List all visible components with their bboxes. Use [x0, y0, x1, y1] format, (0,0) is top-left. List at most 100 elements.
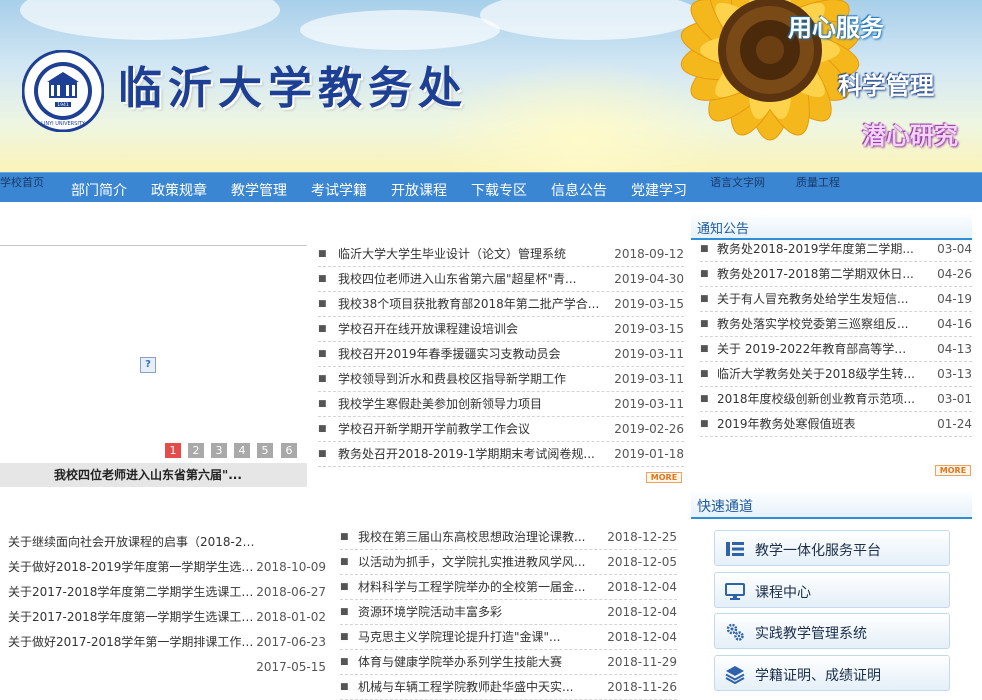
bullet-icon: ■	[318, 299, 327, 309]
college-news-title[interactable]: 以活动为抓手，文学院扎实推进教风学风...	[358, 550, 594, 574]
news-title[interactable]: 我校召开2019年春季援疆实习支教动员会	[338, 342, 598, 366]
college-news-title[interactable]: 资源环境学院活动丰富多彩	[358, 600, 594, 624]
notice-more-button[interactable]: MORE	[935, 465, 971, 476]
course-title[interactable]: 关于做好2018-2019学年度第一学期学生选课...	[8, 555, 258, 579]
nav-item-language[interactable]: 语言文字网	[710, 174, 765, 190]
nav-item-exam[interactable]: 考试学籍	[311, 180, 367, 200]
slogan-research: 潜心研究	[862, 122, 958, 150]
notice-item[interactable]: ■ 2018年度校级创新创业教育示范项... 03-01	[700, 387, 972, 412]
course-date: 2017-05-15	[256, 660, 326, 674]
news-title[interactable]: 学校召开新学期开学前教学工作会议	[338, 417, 598, 441]
news-date: 2019-03-11	[614, 347, 684, 361]
slide-number-4[interactable]: 4	[234, 443, 250, 458]
news-item[interactable]: ■ 学校召开新学期开学前教学工作会议 2019-02-26	[318, 417, 684, 442]
notice-item[interactable]: ■ 教务处2017-2018第二学期双休日... 04-26	[700, 262, 972, 287]
notice-title[interactable]: 关于有人冒充教务处给学生发短信...	[717, 287, 917, 311]
college-news-item[interactable]: ■ 资源环境学院活动丰富多彩 2018-12-04	[340, 600, 677, 625]
news-title[interactable]: 临沂大学大学生毕业设计（论文）管理系统	[338, 242, 598, 266]
nav-item-department[interactable]: 部门简介	[71, 180, 127, 200]
notice-date: 03-04	[937, 242, 972, 256]
course-item[interactable]: 关于2017-2018学年度第二学期学生选课工作... 2018-06-27	[8, 580, 326, 605]
news-item[interactable]: ■ 学校召开在线开放课程建设培训会 2019-03-15	[318, 317, 684, 342]
news-title[interactable]: 我校38个项目获批教育部2018年第二批产学合...	[338, 292, 608, 316]
news-more-button[interactable]: MORE	[646, 472, 682, 483]
notice-date: 03-13	[937, 367, 972, 381]
monitor-icon	[725, 583, 745, 600]
bullet-icon: ■	[700, 269, 709, 279]
nav-item-announcement[interactable]: 信息公告	[551, 180, 607, 200]
notice-item[interactable]: ■ 临沂大学教务处关于2018级学生转... 03-13	[700, 362, 972, 387]
bullet-icon: ■	[340, 532, 349, 542]
college-news-item[interactable]: ■ 体育与健康学院举办系列学生技能大赛 2018-11-29	[340, 650, 677, 675]
slide-number-5[interactable]: 5	[257, 443, 273, 458]
college-news-title[interactable]: 马克思主义学院理论提升打造"金课"...	[358, 625, 594, 649]
news-item[interactable]: ■ 教务处召开2018-2019-1学期期末考试阅卷规... 2019-01-1…	[318, 442, 684, 467]
news-item[interactable]: ■ 我校四位老师进入山东省第六届"超星杯"青... 2019-04-30	[318, 267, 684, 292]
college-news-title[interactable]: 体育与健康学院举办系列学生技能大赛	[358, 650, 594, 674]
slide-number-2[interactable]: 2	[188, 443, 204, 458]
notice-title[interactable]: 2019年教务处寒假值班表	[717, 412, 917, 436]
course-item[interactable]: 关于2017-2018学年度第一学期学生选课工作... 2018-01-02	[8, 605, 326, 630]
course-item[interactable]: 2017-05-15	[8, 655, 326, 680]
college-news-title[interactable]: 机械与车辆工程学院教师赴华盛中天实...	[358, 675, 594, 699]
news-item[interactable]: ■ 我校学生寒假赴美参加创新领导力项目 2019-03-11	[318, 392, 684, 417]
bullet-icon: ■	[340, 657, 349, 667]
nav-item-home[interactable]: 学校首页	[0, 174, 44, 190]
notice-title[interactable]: 关于 2019-2022年教育部高等学校...	[717, 337, 917, 361]
course-title[interactable]: 关于做好2017-2018学年第一学期排课工作的...	[8, 630, 258, 654]
news-item[interactable]: ■ 我校38个项目获批教育部2018年第二批产学合... 2019-03-15	[318, 292, 684, 317]
news-item[interactable]: ■ 临沂大学大学生毕业设计（论文）管理系统 2018-09-12	[318, 242, 684, 267]
notice-title[interactable]: 2018年度校级创新创业教育示范项...	[717, 387, 917, 411]
notice-title[interactable]: 临沂大学教务处关于2018级学生转...	[717, 362, 917, 386]
notice-title[interactable]: 教务处2017-2018第二学期双休日...	[717, 262, 917, 286]
news-title[interactable]: 学校领导到沂水和费县校区指导新学期工作	[338, 367, 598, 391]
notice-title[interactable]: 教务处2018-2019学年度第二学期...	[717, 237, 917, 261]
college-news-item[interactable]: ■ 机械与车辆工程学院教师赴华盛中天实... 2018-11-26	[340, 675, 677, 700]
slide-number-6[interactable]: 6	[281, 443, 297, 458]
notice-item[interactable]: ■ 教务处落实学校党委第三巡察组反... 04-16	[700, 312, 972, 337]
college-news-item[interactable]: ■ 马克思主义学院理论提升打造"金课"... 2018-12-04	[340, 625, 677, 650]
slide-number-1[interactable]: 1	[165, 443, 181, 458]
notice-item[interactable]: ■ 2019年教务处寒假值班表 01-24	[700, 412, 972, 437]
course-title[interactable]: 关于2017-2018学年度第一学期学生选课工作...	[8, 605, 258, 629]
nav-item-download[interactable]: 下载专区	[471, 180, 527, 200]
quick-link-course-center[interactable]: 课程中心	[714, 572, 950, 608]
notice-title[interactable]: 教务处落实学校党委第三巡察组反...	[717, 312, 917, 336]
bullet-icon: ■	[700, 344, 709, 354]
course-item[interactable]: 关于做好2018-2019学年度第一学期学生选课... 2018-10-09	[8, 555, 326, 580]
quick-link-practice-system[interactable]: 实践教学管理系统	[714, 613, 950, 649]
nav-item-teaching[interactable]: 教学管理	[231, 180, 287, 200]
slide-caption[interactable]: 我校四位老师进入山东省第六届"...	[0, 463, 307, 487]
college-news-item[interactable]: ■ 我校在第三届山东高校思想政治理论课教... 2018-12-25	[340, 525, 677, 550]
course-title[interactable]: 关于继续面向社会开放课程的启事（2018-201...	[8, 530, 262, 554]
notice-item[interactable]: ■ 教务处2018-2019学年度第二学期... 03-04	[700, 237, 972, 262]
news-date: 2019-03-15	[614, 297, 684, 311]
course-item[interactable]: 关于做好2017-2018学年第一学期排课工作的... 2017-06-23	[8, 630, 326, 655]
nav-item-quality[interactable]: 质量工程	[796, 174, 840, 190]
news-title[interactable]: 学校召开在线开放课程建设培训会	[338, 317, 598, 341]
news-title[interactable]: 我校四位老师进入山东省第六届"超星杯"青...	[338, 267, 598, 291]
nav-item-open-course[interactable]: 开放课程	[391, 180, 447, 200]
news-item[interactable]: ■ 学校领导到沂水和费县校区指导新学期工作 2019-03-11	[318, 367, 684, 392]
college-news-item[interactable]: ■ 以活动为抓手，文学院扎实推进教风学风... 2018-12-05	[340, 550, 677, 575]
news-title[interactable]: 教务处召开2018-2019-1学期期末考试阅卷规...	[338, 442, 604, 466]
college-news-date: 2018-11-29	[607, 655, 677, 669]
course-title[interactable]: 关于2017-2018学年度第二学期学生选课工作...	[8, 580, 258, 604]
notice-item[interactable]: ■ 关于有人冒充教务处给学生发短信... 04-19	[700, 287, 972, 312]
quick-link-teaching-platform[interactable]: 教学一体化服务平台	[714, 530, 950, 566]
college-news-item[interactable]: ■ 材料科学与工程学院举办的全校第一届金... 2018-12-04	[340, 575, 677, 600]
news-item[interactable]: ■ 我校召开2019年春季援疆实习支教动员会 2019-03-11	[318, 342, 684, 367]
quick-link-certificate[interactable]: 学籍证明、成绩证明	[714, 655, 950, 691]
bullet-icon: ■	[700, 419, 709, 429]
nav-item-policy[interactable]: 政策规章	[151, 180, 207, 200]
course-item[interactable]: 关于继续面向社会开放课程的启事（2018-201...	[8, 530, 326, 555]
quick-link-label: 学籍证明、成绩证明	[755, 668, 881, 684]
college-news-title[interactable]: 材料科学与工程学院举办的全校第一届金...	[358, 575, 594, 599]
nav-item-party[interactable]: 党建学习	[631, 180, 687, 200]
news-title[interactable]: 我校学生寒假赴美参加创新领导力项目	[338, 392, 598, 416]
notice-item[interactable]: ■ 关于 2019-2022年教育部高等学校... 04-13	[700, 337, 972, 362]
slide-number-3[interactable]: 3	[211, 443, 227, 458]
bullet-icon: ■	[318, 399, 327, 409]
college-news-title[interactable]: 我校在第三届山东高校思想政治理论课教...	[358, 525, 594, 549]
cloud-decoration	[300, 10, 500, 50]
